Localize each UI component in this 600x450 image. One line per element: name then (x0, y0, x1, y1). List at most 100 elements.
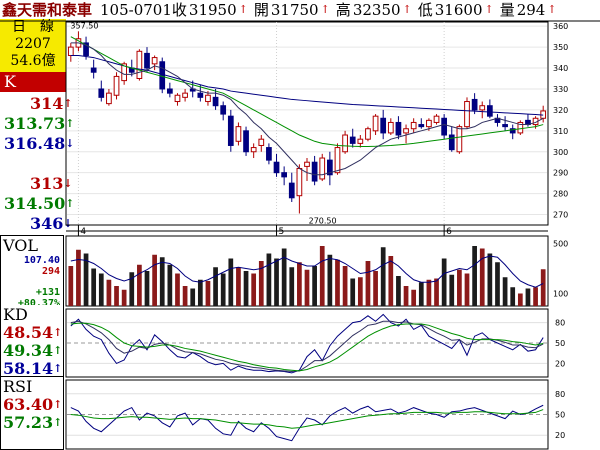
vol-bar (327, 254, 333, 306)
price-tick-label: 360 (553, 22, 568, 31)
price-tick-label: 290 (553, 169, 568, 178)
candle-body (159, 61, 166, 90)
vol-bar (342, 266, 348, 306)
candle-body (212, 96, 219, 107)
vol-bar (525, 288, 531, 306)
candle-body (372, 115, 379, 132)
vol-bar (396, 276, 401, 306)
candle-body (182, 92, 188, 98)
vol-bar (137, 264, 142, 306)
candle-body (426, 119, 432, 128)
candle-body (235, 126, 242, 142)
candle-body (418, 124, 425, 128)
vol-bar (388, 256, 394, 306)
candle-body (342, 134, 348, 153)
candle-body (136, 50, 143, 80)
rsi-tick-label: 50 (555, 411, 565, 420)
vol-bar (236, 267, 241, 306)
vol-bar (411, 289, 417, 306)
price-extreme-annotation: 270.50 (309, 216, 337, 225)
vol-bar (517, 293, 523, 306)
vol-bar (144, 271, 150, 306)
candle-body (448, 134, 455, 151)
rsi-tick-label: 80 (555, 390, 565, 399)
price-tick-label: 280 (553, 190, 568, 199)
vol-bar (152, 254, 157, 306)
price-tick-label: 310 (553, 127, 568, 136)
vol-bar (441, 258, 447, 306)
vol-bar (319, 246, 325, 306)
candle-body (113, 75, 120, 96)
vol-bar (464, 273, 470, 306)
date-tick-label: 4 (80, 227, 86, 237)
vol-bar (304, 269, 310, 306)
candle-body (258, 138, 265, 146)
candle-body (273, 161, 280, 174)
vol-bar (357, 277, 363, 306)
price-tick-label: 330 (553, 85, 568, 94)
vol-bar (266, 253, 272, 306)
candle-body (486, 105, 493, 117)
kd-tick-label: 80 (555, 319, 565, 328)
vol-bar (426, 279, 432, 306)
vol-bar (205, 281, 211, 306)
candle-body (67, 46, 74, 56)
candle-body (174, 94, 181, 103)
vol-bar (289, 267, 295, 306)
vol-bar (175, 273, 180, 306)
rsi-line-2 (70, 409, 544, 429)
vol-bar (350, 278, 356, 306)
date-tick-label: 6 (446, 227, 452, 237)
candle-body (365, 128, 371, 140)
candle-body (319, 157, 326, 180)
vol-bar (68, 266, 74, 306)
rsi-tick-label: 20 (555, 431, 565, 440)
candle-body (281, 172, 288, 178)
vol-bar (502, 277, 508, 306)
candle-body (266, 147, 272, 161)
vol-bar (167, 264, 173, 306)
vol-bar (91, 268, 97, 306)
price-tick-label: 340 (553, 64, 568, 73)
candle-body (106, 92, 112, 105)
candle-body (464, 101, 470, 128)
vol-bar (449, 274, 455, 306)
candle-body (311, 161, 318, 182)
candle-body (380, 117, 387, 134)
vol-bar (297, 262, 302, 306)
price-tick-label: 350 (553, 43, 568, 52)
vol-bar (373, 271, 378, 306)
candle-body (357, 138, 364, 144)
price-extreme-annotation: 357.50 (70, 21, 98, 30)
vol-bar (243, 271, 249, 306)
candle-body (227, 115, 234, 146)
vol-bar (457, 269, 462, 306)
vol-bar (251, 273, 257, 306)
kd-tick-label: 20 (555, 359, 565, 368)
candle-body (288, 182, 295, 199)
candle-body (304, 161, 310, 167)
candle-body (502, 124, 508, 128)
candle-body (250, 147, 257, 153)
candle-body (151, 57, 158, 65)
vol-bar (540, 269, 546, 306)
vol-bar (510, 287, 516, 306)
candle-body (387, 121, 394, 134)
vol-bar (533, 287, 538, 306)
vol-bar (418, 282, 424, 306)
candle-body (479, 105, 486, 111)
stock-chart: 2702802903003103203303403503604567357.50… (0, 20, 600, 450)
candle-body (296, 167, 303, 197)
vol-bar (312, 266, 317, 306)
vol-bar (76, 249, 81, 306)
price-tick-label: 270 (553, 211, 568, 220)
candle-body (197, 92, 204, 98)
price-tick-label: 300 (553, 148, 568, 157)
price-tick-label: 320 (553, 106, 568, 115)
vol-bar (190, 288, 196, 306)
candle-body (205, 94, 211, 103)
vol-bar (495, 262, 500, 306)
vol-bar (159, 257, 165, 306)
candle-body (471, 98, 478, 111)
vol-bar (228, 258, 234, 306)
